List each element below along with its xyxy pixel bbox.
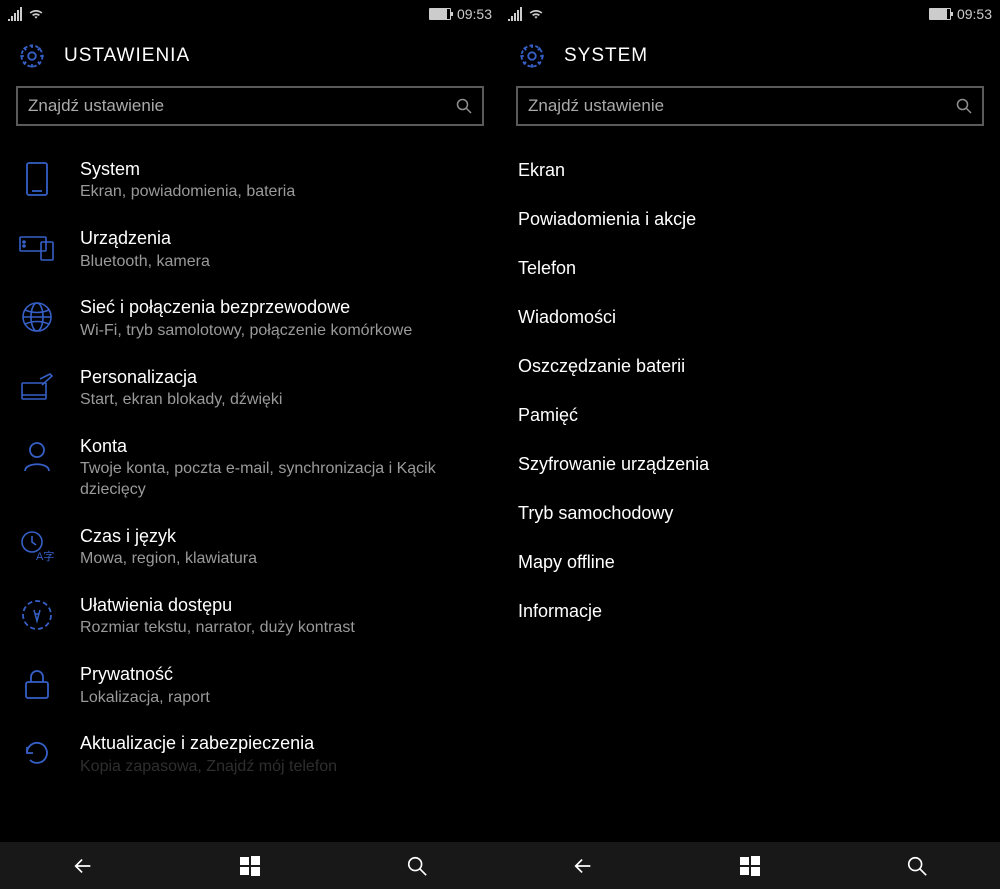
item-subtitle: Kopia zapasowa, Znajdź mój telefon xyxy=(80,757,484,778)
update-icon xyxy=(18,734,56,772)
system-item-offline-maps[interactable]: Mapy offline xyxy=(500,538,1000,587)
settings-item-time-language[interactable]: A字 Czas i język Mowa, region, klawiatura xyxy=(0,513,500,582)
item-title: Urządzenia xyxy=(80,227,484,250)
battery-icon xyxy=(929,8,951,20)
search-icon xyxy=(956,98,972,114)
time-language-icon: A字 xyxy=(18,527,56,565)
item-subtitle: Mowa, region, klawiatura xyxy=(80,549,484,570)
cellular-signal-icon xyxy=(508,7,524,21)
status-bar: 09:53 xyxy=(0,0,500,28)
system-item-encryption[interactable]: Szyfrowanie urządzenia xyxy=(500,440,1000,489)
item-subtitle: Ekran, powiadomienia, bateria xyxy=(80,182,484,203)
system-item-messages[interactable]: Wiadomości xyxy=(500,293,1000,342)
settings-item-accessibility[interactable]: Ułatwienia dostępu Rozmiar tekstu, narra… xyxy=(0,582,500,651)
page-title: SYSTEM xyxy=(564,45,648,67)
windows-icon xyxy=(239,855,261,877)
settings-item-updates[interactable]: Aktualizacje i zabezpieczenia Kopia zapa… xyxy=(0,720,500,789)
item-title: Konta xyxy=(80,435,484,458)
settings-main-panel: 09:53 USTAWIENIA System Ekran, powiadomi… xyxy=(0,0,500,889)
item-subtitle: Bluetooth, kamera xyxy=(80,252,484,273)
system-item-display[interactable]: Ekran xyxy=(500,146,1000,195)
search-button[interactable] xyxy=(834,842,999,889)
page-header: SYSTEM xyxy=(500,28,1000,80)
lock-icon xyxy=(18,665,56,703)
start-button[interactable] xyxy=(667,842,832,889)
system-item-driving-mode[interactable]: Tryb samochodowy xyxy=(500,489,1000,538)
page-title: USTAWIENIA xyxy=(64,45,190,67)
system-list: Ekran Powiadomienia i akcje Telefon Wiad… xyxy=(500,138,1000,841)
devices-icon xyxy=(18,229,56,267)
cellular-signal-icon xyxy=(8,7,24,21)
search-input[interactable] xyxy=(528,96,956,116)
back-icon xyxy=(572,855,594,877)
start-button[interactable] xyxy=(167,842,332,889)
item-title: Ułatwienia dostępu xyxy=(80,594,484,617)
phone-icon xyxy=(18,160,56,198)
personalization-icon xyxy=(18,368,56,406)
system-item-notifications[interactable]: Powiadomienia i akcje xyxy=(500,195,1000,244)
system-item-storage[interactable]: Pamięć xyxy=(500,391,1000,440)
settings-item-network[interactable]: Sieć i połączenia bezprzewodowe Wi-Fi, t… xyxy=(0,284,500,353)
back-icon xyxy=(72,855,94,877)
item-subtitle: Rozmiar tekstu, narrator, duży kontrast xyxy=(80,618,484,639)
system-item-about[interactable]: Informacje xyxy=(500,587,1000,636)
battery-icon xyxy=(429,8,451,20)
item-title: Czas i język xyxy=(80,525,484,548)
svg-text:A字: A字 xyxy=(36,549,54,562)
item-subtitle: Lokalizacja, raport xyxy=(80,688,484,709)
item-subtitle: Start, ekran blokady, dźwięki xyxy=(80,390,484,411)
navigation-bar xyxy=(0,841,500,889)
search-nav-icon xyxy=(906,855,928,877)
back-button[interactable] xyxy=(501,842,666,889)
status-time: 09:53 xyxy=(957,6,992,22)
navigation-bar xyxy=(500,841,1000,889)
back-button[interactable] xyxy=(1,842,166,889)
wifi-icon xyxy=(528,7,544,21)
search-nav-icon xyxy=(406,855,428,877)
item-title: Sieć i połączenia bezprzewodowe xyxy=(80,296,484,319)
accessibility-icon xyxy=(18,596,56,634)
settings-item-system[interactable]: System Ekran, powiadomienia, bateria xyxy=(0,146,500,215)
system-item-phone[interactable]: Telefon xyxy=(500,244,1000,293)
item-title: System xyxy=(80,158,484,181)
item-title: Prywatność xyxy=(80,663,484,686)
wifi-icon xyxy=(28,7,44,21)
gear-icon xyxy=(518,42,546,70)
item-title: Aktualizacje i zabezpieczenia xyxy=(80,732,484,755)
search-box[interactable] xyxy=(16,86,484,126)
settings-item-accounts[interactable]: Konta Twoje konta, poczta e-mail, synchr… xyxy=(0,423,500,513)
search-button[interactable] xyxy=(334,842,499,889)
item-subtitle: Twoje konta, poczta e-mail, synchronizac… xyxy=(80,459,484,501)
settings-list: System Ekran, powiadomienia, bateria Urz… xyxy=(0,138,500,841)
search-icon xyxy=(456,98,472,114)
search-box[interactable] xyxy=(516,86,984,126)
system-item-battery-saver[interactable]: Oszczędzanie baterii xyxy=(500,342,1000,391)
accounts-icon xyxy=(18,437,56,475)
status-time: 09:53 xyxy=(457,6,492,22)
page-header: USTAWIENIA xyxy=(0,28,500,80)
item-subtitle: Wi-Fi, tryb samolotowy, połączenie komór… xyxy=(80,321,484,342)
gear-icon xyxy=(18,42,46,70)
settings-item-devices[interactable]: Urządzenia Bluetooth, kamera xyxy=(0,215,500,284)
item-title: Personalizacja xyxy=(80,366,484,389)
globe-icon xyxy=(18,298,56,336)
settings-item-personalization[interactable]: Personalizacja Start, ekran blokady, dźw… xyxy=(0,354,500,423)
settings-item-privacy[interactable]: Prywatność Lokalizacja, raport xyxy=(0,651,500,720)
status-bar: 09:53 xyxy=(500,0,1000,28)
windows-icon xyxy=(739,855,761,877)
search-input[interactable] xyxy=(28,96,456,116)
system-panel: 09:53 SYSTEM Ekran Powiadomienia i akcje… xyxy=(500,0,1000,889)
